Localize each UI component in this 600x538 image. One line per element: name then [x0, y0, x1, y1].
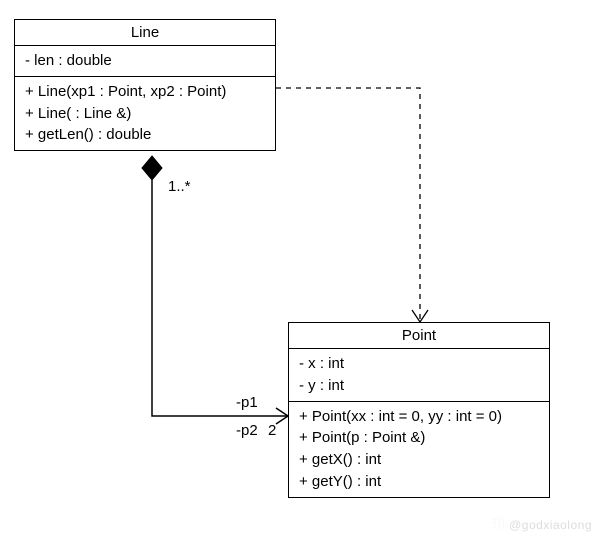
op-row: + Line( : Line &)	[25, 103, 265, 125]
op-row: + getX() : int	[299, 449, 539, 471]
class-point: Point - x : int - y : int + Point(xx : i…	[288, 322, 550, 498]
class-line-name: Line	[15, 20, 275, 46]
class-line-operations: + Line(xp1 : Point, xp2 : Point) + Line(…	[15, 77, 275, 150]
op-row: + getLen() : double	[25, 124, 265, 146]
watermark-text: @godxiaolong	[509, 518, 592, 532]
attr-row: - x : int	[299, 353, 539, 375]
op-row: + Point(xx : int = 0, yy : int = 0)	[299, 406, 539, 428]
op-row: + Point(p : Point &)	[299, 427, 539, 449]
mult-point-side: 2	[268, 422, 276, 439]
role-p2: -p2	[236, 422, 258, 439]
zhihu-icon	[491, 516, 505, 533]
op-row: + Line(xp1 : Point, xp2 : Point)	[25, 81, 265, 103]
composition-diamond-icon	[142, 156, 162, 180]
class-point-attributes: - x : int - y : int	[289, 349, 549, 402]
attr-row: - len : double	[25, 50, 265, 72]
watermark: @godxiaolong	[491, 515, 592, 532]
attr-row: - y : int	[299, 375, 539, 397]
op-row: + getY() : int	[299, 471, 539, 493]
association-line-point	[152, 180, 288, 424]
class-line-attributes: - len : double	[15, 46, 275, 77]
class-point-operations: + Point(xx : int = 0, yy : int = 0) + Po…	[289, 402, 549, 497]
role-p1: -p1	[236, 394, 258, 411]
mult-line-side: 1..*	[168, 178, 191, 195]
class-line: Line - len : double + Line(xp1 : Point, …	[14, 19, 276, 151]
dependency-line-to-point	[276, 88, 428, 322]
class-point-name: Point	[289, 323, 549, 349]
